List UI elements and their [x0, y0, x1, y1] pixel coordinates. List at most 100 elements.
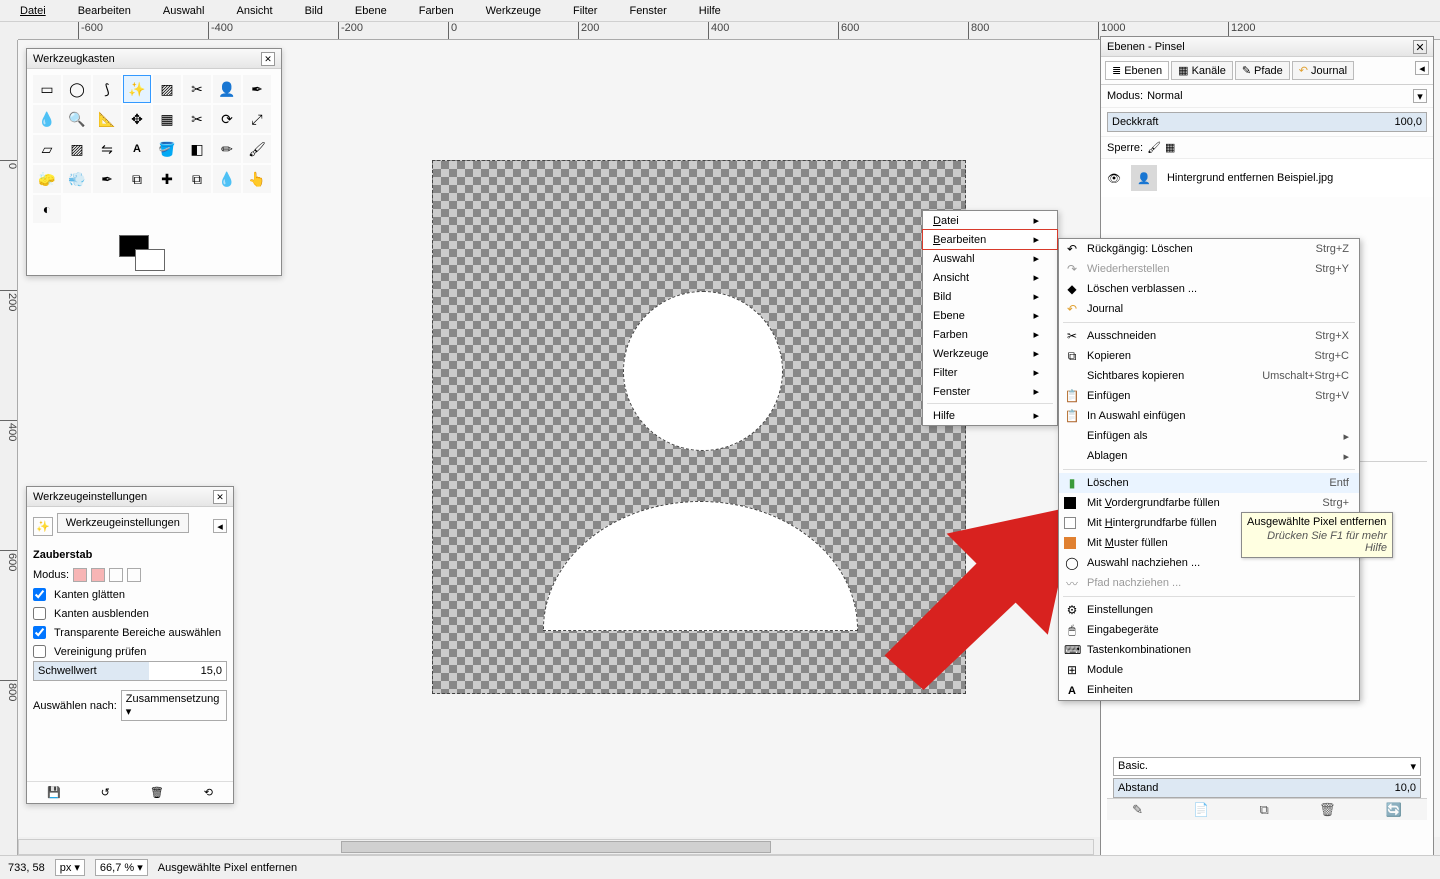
- ctx-bild[interactable]: Bild▸: [923, 287, 1057, 306]
- ctx-filter[interactable]: Filter▸: [923, 363, 1057, 382]
- tab-ebenen[interactable]: ≣Ebenen: [1105, 61, 1169, 80]
- menu-paste-as[interactable]: Einfügen als▸: [1059, 426, 1359, 446]
- mode-subtract-button[interactable]: [109, 568, 123, 582]
- menubar[interactable]: Datei Bearbeiten Auswahl Ansicht Bild Eb…: [0, 0, 1440, 22]
- menu-clear[interactable]: ▮LöschenEntf: [1059, 473, 1359, 493]
- close-icon[interactable]: ✕: [213, 490, 227, 504]
- measure-tool[interactable]: 📐: [93, 105, 121, 133]
- ctx-ebene[interactable]: Ebene▸: [923, 306, 1057, 325]
- foreground-select-tool[interactable]: 👤: [213, 75, 241, 103]
- mode-dropdown[interactable]: ▾: [1413, 89, 1427, 103]
- menu-redo[interactable]: ↷WiederherstellenStrg+Y: [1059, 259, 1359, 279]
- context-menu[interactable]: Datei▸ Bearbeiten▸ Auswahl▸ Ansicht▸ Bil…: [922, 210, 1058, 426]
- ctx-farben[interactable]: Farben▸: [923, 325, 1057, 344]
- align-tool[interactable]: ▦: [153, 105, 181, 133]
- transparent-checkbox[interactable]: [33, 626, 46, 639]
- text-tool[interactable]: A: [123, 135, 151, 163]
- fuzzy-select-tool[interactable]: ✨: [123, 75, 151, 103]
- lock-alpha-icon[interactable]: ▦: [1165, 141, 1175, 154]
- duplicate-brush-icon[interactable]: ⧉: [1260, 802, 1269, 818]
- pencil-tool[interactable]: ✏: [213, 135, 241, 163]
- tool-options-title[interactable]: Werkzeugeinstellungen ✕: [27, 487, 233, 507]
- crop-tool[interactable]: ✂: [183, 105, 211, 133]
- tab-kanaele[interactable]: ▦Kanäle: [1171, 61, 1233, 80]
- mode-intersect-button[interactable]: [127, 568, 141, 582]
- mode-add-button[interactable]: [91, 568, 105, 582]
- free-select-tool[interactable]: ⟆: [93, 75, 121, 103]
- menu-shortcuts[interactable]: ⌨Tastenkombinationen: [1059, 640, 1359, 660]
- brush-preset-dropdown[interactable]: Basic.▾: [1113, 757, 1421, 776]
- eraser-tool[interactable]: 🧽: [33, 165, 61, 193]
- mode-replace-button[interactable]: [73, 568, 87, 582]
- move-tool[interactable]: ✥: [123, 105, 151, 133]
- by-color-select-tool[interactable]: ▨: [153, 75, 181, 103]
- selectby-dropdown[interactable]: Zusammensetzung ▾: [121, 690, 227, 721]
- menu-undo[interactable]: ↶Rückgängig: LöschenStrg+Z: [1059, 239, 1359, 259]
- ellipse-select-tool[interactable]: ◯: [63, 75, 91, 103]
- menu-fade[interactable]: ◆Löschen verblassen ...: [1059, 279, 1359, 299]
- ctx-fenster[interactable]: Fenster▸: [923, 382, 1057, 401]
- zoom-tool[interactable]: 🔍: [63, 105, 91, 133]
- ctx-ansicht[interactable]: Ansicht▸: [923, 268, 1057, 287]
- horizontal-scrollbar[interactable]: [18, 839, 1094, 855]
- save-options-icon[interactable]: 💾: [47, 786, 61, 799]
- edit-brush-icon[interactable]: ✎: [1132, 802, 1143, 818]
- tab-menu-icon[interactable]: ◂: [1415, 61, 1429, 75]
- reset-options-icon[interactable]: ⟲: [204, 786, 213, 799]
- delete-options-icon[interactable]: 🗑: [150, 786, 164, 799]
- menu-input-devices[interactable]: 🖱Eingabegeräte: [1059, 620, 1359, 640]
- dock-title[interactable]: Ebenen - Pinsel ✕: [1101, 37, 1433, 57]
- menu-units[interactable]: AEinheiten: [1059, 680, 1359, 700]
- new-brush-icon[interactable]: 📄: [1193, 802, 1209, 818]
- threshold-field[interactable]: SSchwellwertchwellwert 15,0: [33, 661, 227, 681]
- edit-submenu[interactable]: ↶Rückgängig: LöschenStrg+Z ↷Wiederherste…: [1058, 238, 1360, 701]
- restore-options-icon[interactable]: ↺: [101, 786, 110, 799]
- menu-paste-into[interactable]: 📋In Auswahl einfügen: [1059, 406, 1359, 426]
- menu-datei[interactable]: Datei: [4, 3, 62, 19]
- rotate-tool[interactable]: ⟳: [213, 105, 241, 133]
- bucket-fill-tool[interactable]: 🪣: [153, 135, 181, 163]
- menu-paste[interactable]: 📋EinfügenStrg+V: [1059, 386, 1359, 406]
- dodge-burn-tool[interactable]: ◐: [33, 195, 61, 223]
- menu-farben[interactable]: Farben: [403, 3, 470, 19]
- menu-modules[interactable]: ⊞Module: [1059, 660, 1359, 680]
- ctx-bearbeiten[interactable]: Bearbeiten▸: [922, 229, 1058, 250]
- lock-pixels-icon[interactable]: 🖌: [1147, 141, 1161, 154]
- tool-options-tab[interactable]: Werkzeugeinstellungen: [57, 513, 189, 533]
- image-canvas[interactable]: [432, 160, 966, 694]
- ink-tool[interactable]: ✒: [93, 165, 121, 193]
- menu-fill-fg[interactable]: Mit Vordergrundfarbe füllenStrg+: [1059, 493, 1359, 513]
- flip-tool[interactable]: ⇋: [93, 135, 121, 163]
- background-color[interactable]: [135, 249, 165, 271]
- blur-tool[interactable]: 💧: [213, 165, 241, 193]
- color-picker-tool[interactable]: 💧: [33, 105, 61, 133]
- menu-copy[interactable]: ⧉KopierenStrg+C: [1059, 346, 1359, 366]
- refresh-brush-icon[interactable]: 🔄: [1386, 802, 1402, 818]
- menu-auswahl[interactable]: Auswahl: [147, 3, 221, 19]
- delete-brush-icon[interactable]: 🗑: [1319, 802, 1336, 818]
- ctx-datei[interactable]: Datei▸: [923, 211, 1057, 230]
- menu-ebene[interactable]: Ebene: [339, 3, 403, 19]
- tab-pfade[interactable]: ✎Pfade: [1235, 61, 1290, 80]
- tab-journal[interactable]: ↶Journal: [1292, 61, 1354, 80]
- menu-copy-visible[interactable]: Sichtbares kopierenUmschalt+Strg+C: [1059, 366, 1359, 386]
- scissors-tool[interactable]: ✂: [183, 75, 211, 103]
- color-swatches[interactable]: [27, 229, 281, 275]
- paths-tool[interactable]: ✒: [243, 75, 271, 103]
- visibility-icon[interactable]: 👁: [1107, 172, 1121, 185]
- toolbox-title[interactable]: Werkzeugkasten ✕: [27, 49, 281, 69]
- airbrush-tool[interactable]: 💨: [63, 165, 91, 193]
- opacity-slider[interactable]: Deckkraft 100,0: [1107, 112, 1427, 132]
- layer-row[interactable]: 👁 👤 Hintergrund entfernen Beispiel.jpg: [1101, 159, 1433, 197]
- menu-button-icon[interactable]: ◂: [213, 519, 227, 533]
- tool-options-window[interactable]: Werkzeugeinstellungen ✕ ✨ Werkzeugeinste…: [26, 486, 234, 804]
- unit-dropdown[interactable]: px ▾: [55, 859, 85, 876]
- toolbox-window[interactable]: Werkzeugkasten ✕ ▭ ◯ ⟆ ✨ ▨ ✂ 👤 ✒ 💧 🔍 📐 ✥…: [26, 48, 282, 276]
- menu-hilfe[interactable]: Hilfe: [683, 3, 737, 19]
- close-icon[interactable]: ✕: [261, 52, 275, 66]
- menu-buffers[interactable]: Ablagen▸: [1059, 446, 1359, 466]
- antialias-checkbox[interactable]: [33, 588, 46, 601]
- scale-tool[interactable]: ⤢: [243, 105, 271, 133]
- perspective-tool[interactable]: ▨: [63, 135, 91, 163]
- close-icon[interactable]: ✕: [1413, 40, 1427, 54]
